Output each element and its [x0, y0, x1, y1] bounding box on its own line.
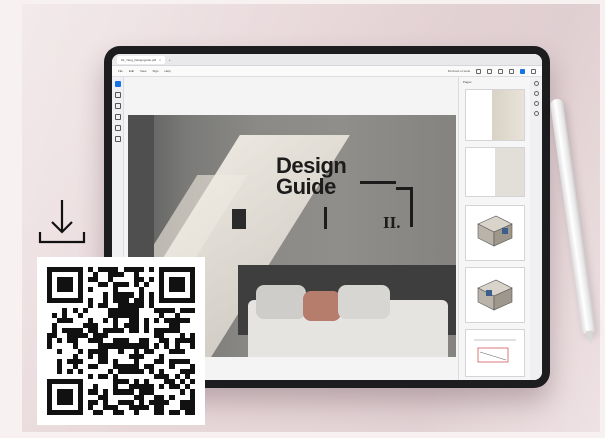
page-thumbnail-3[interactable] — [465, 205, 525, 261]
bracket-right — [410, 187, 413, 227]
title-bar-left — [324, 207, 327, 229]
more-tools-icon[interactable] — [114, 136, 121, 142]
find-tools-label[interactable]: Find text or tools — [448, 69, 470, 73]
bookmark-icon[interactable] — [509, 68, 514, 74]
zoom-out-icon[interactable] — [533, 91, 539, 96]
download-icon[interactable] — [36, 196, 88, 248]
print-icon[interactable] — [487, 68, 492, 74]
chapter-numeral: II. — [383, 213, 401, 232]
comment-tool-icon[interactable] — [114, 92, 121, 98]
new-tab-icon[interactable]: + — [169, 58, 171, 62]
document-tab[interactable]: 02_Yang_Designguide.pdf × — [117, 55, 165, 64]
page-pillow-left — [256, 285, 306, 319]
page-thumbnail-5[interactable] — [465, 329, 525, 377]
tab-close-icon[interactable]: × — [159, 58, 161, 62]
more-icon[interactable] — [531, 68, 536, 74]
browser-titlebar: 02_Yang_Designguide.pdf × + — [112, 54, 542, 66]
mail-icon[interactable] — [498, 68, 503, 74]
page-pillow-right — [338, 285, 390, 319]
section-drawing-icon — [474, 339, 516, 363]
search-icon[interactable] — [476, 68, 481, 74]
zoom-in-icon[interactable] — [533, 81, 539, 86]
qr-code-modules — [47, 267, 195, 415]
isometric-drawing-icon — [477, 215, 513, 247]
tab-title: 02_Yang_Designguide.pdf — [121, 57, 157, 62]
page-pillow-accent — [303, 291, 341, 321]
document-title-line1: Design — [276, 153, 347, 178]
menu-edit[interactable]: Edit — [129, 69, 134, 73]
fit-page-icon[interactable] — [533, 101, 539, 106]
page-thumbnail-1[interactable] — [465, 89, 525, 141]
menu-help[interactable]: Help — [164, 69, 170, 73]
qr-code[interactable] — [37, 257, 205, 425]
pages-panel: Pages — [458, 77, 530, 380]
document-title: Design Guide — [276, 153, 347, 199]
highlight-tool-icon[interactable] — [114, 103, 121, 109]
right-rail — [530, 77, 542, 380]
qr-module — [189, 409, 195, 415]
rotate-icon[interactable] — [533, 111, 539, 116]
document-title-line2: Guide — [276, 174, 336, 199]
page-lamp — [232, 209, 246, 229]
menu-sign[interactable]: Sign — [152, 69, 158, 73]
menu-file[interactable]: File — [118, 69, 123, 73]
share-icon[interactable] — [520, 68, 525, 74]
menu-view[interactable]: View — [140, 69, 146, 73]
select-tool-icon[interactable] — [114, 81, 121, 87]
page-thumbnail-2[interactable] — [465, 147, 525, 197]
title-rule — [360, 181, 396, 184]
page-thumbnail-4[interactable] — [465, 267, 525, 323]
pages-panel-label: Pages — [463, 80, 472, 84]
pages-panel-header: Pages — [459, 77, 530, 87]
menu-bar: File Edit View Sign Help Find text or to… — [112, 66, 542, 77]
isometric-drawing-icon-2 — [477, 279, 513, 311]
draw-tool-icon[interactable] — [114, 114, 121, 120]
text-tool-icon[interactable] — [114, 125, 121, 131]
